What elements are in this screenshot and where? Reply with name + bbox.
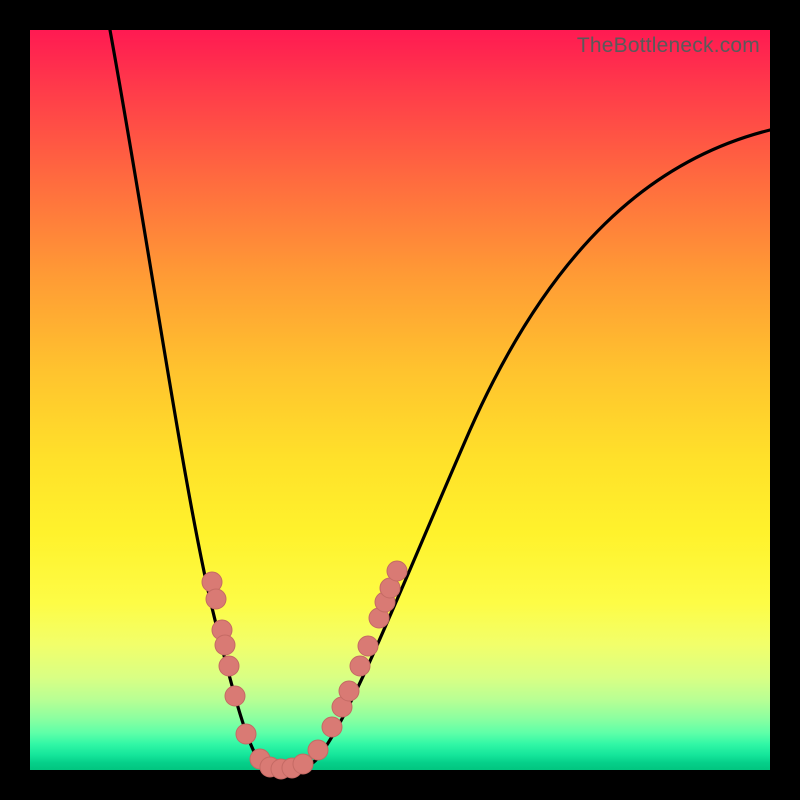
data-marker — [236, 724, 256, 744]
data-marker — [350, 656, 370, 676]
data-marker — [322, 717, 342, 737]
data-marker — [225, 686, 245, 706]
outer-frame: TheBottleneck.com — [0, 0, 800, 800]
data-marker — [206, 589, 226, 609]
data-marker — [215, 635, 235, 655]
curve-svg — [30, 30, 770, 770]
marker-layer — [202, 561, 407, 779]
data-marker — [293, 754, 313, 774]
data-marker — [339, 681, 359, 701]
data-marker — [308, 740, 328, 760]
bottleneck-curve — [110, 30, 770, 770]
data-marker — [219, 656, 239, 676]
plot-area: TheBottleneck.com — [30, 30, 770, 770]
data-marker — [358, 636, 378, 656]
data-marker — [387, 561, 407, 581]
